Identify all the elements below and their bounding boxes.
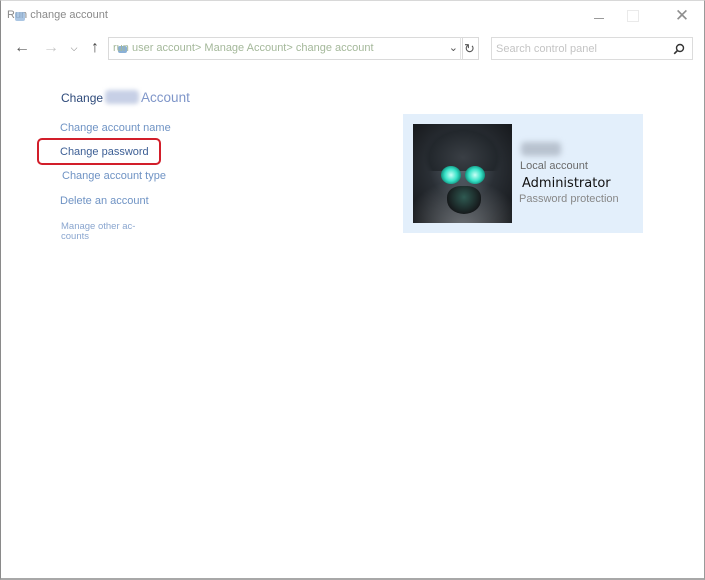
back-button[interactable]: ←	[12, 38, 32, 58]
change-account-name-link[interactable]: Change account name	[60, 122, 171, 134]
forward-button[interactable]: →	[41, 38, 61, 58]
user-avatar	[413, 124, 512, 223]
page-heading: Change Account	[61, 89, 190, 107]
search-box[interactable]	[491, 37, 693, 60]
highlight-box	[37, 138, 161, 165]
search-input[interactable]	[496, 41, 666, 57]
close-icon: ✕	[674, 6, 690, 25]
account-card: Local account Administrator Password pro…	[403, 114, 643, 233]
address-dropdown-icon[interactable]: ⌄	[449, 41, 458, 54]
heading-suffix: Account	[141, 90, 190, 105]
redacted-username	[105, 90, 140, 104]
maximize-button[interactable]	[613, 3, 653, 29]
avatar-eye-left	[441, 166, 461, 184]
redacted-account-name	[521, 142, 561, 156]
address-path: run user account> Manage Account> change…	[113, 42, 374, 54]
refresh-button[interactable]: ↻	[460, 37, 479, 60]
link-line-2: counts	[61, 231, 89, 242]
arrow-left-icon: ←	[14, 39, 30, 56]
title-bar: Run change account ✕	[1, 1, 704, 31]
account-type: Local account	[520, 160, 588, 172]
up-button[interactable]: ↑	[86, 38, 104, 58]
close-button[interactable]: ✕	[662, 3, 702, 29]
avatar-eye-right	[465, 166, 485, 184]
search-icon[interactable]	[673, 43, 685, 55]
user-accounts-icon	[15, 12, 25, 21]
delete-account-link[interactable]: Delete an account	[60, 195, 149, 207]
avatar-mask	[447, 186, 481, 214]
manage-other-accounts-link[interactable]: Manage other ac- counts	[61, 222, 135, 242]
minimize-icon	[594, 17, 604, 19]
refresh-icon: ↻	[464, 40, 475, 56]
recent-locations-button[interactable]: ⌵	[67, 38, 81, 58]
arrow-right-icon: →	[43, 39, 59, 56]
change-account-type-link[interactable]: Change account type	[62, 170, 166, 182]
heading-prefix: Change	[61, 91, 104, 105]
password-status: Password protection	[519, 193, 619, 205]
maximize-icon	[627, 10, 639, 22]
change-account-window: Run change account ✕ ← → ⌵ ↑ run user ac…	[0, 0, 705, 580]
account-role: Administrator	[522, 176, 611, 191]
address-bar[interactable]: run user account> Manage Account> change…	[108, 37, 463, 60]
arrow-up-icon: ↑	[91, 39, 99, 56]
chevron-down-icon: ⌵	[70, 42, 78, 53]
